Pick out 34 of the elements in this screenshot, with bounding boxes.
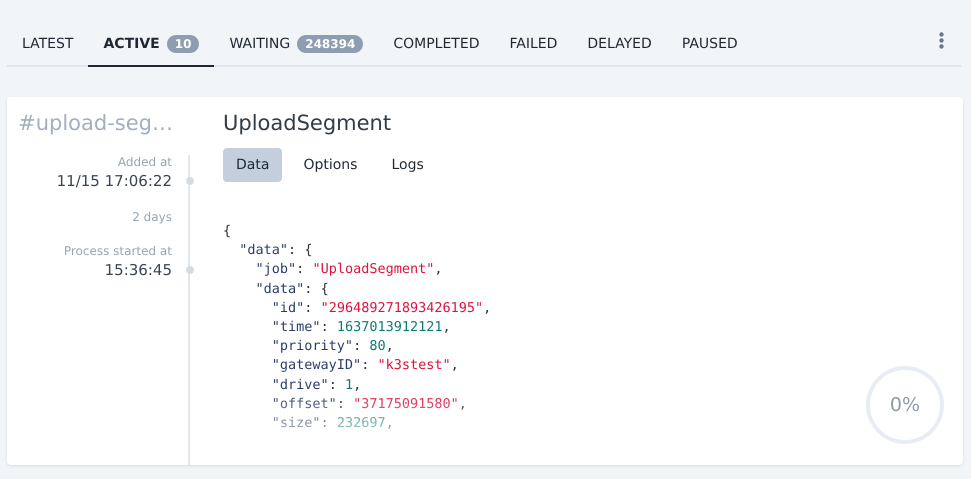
- timeline-label: Process started at: [64, 244, 172, 258]
- detail-tab[interactable]: Data: [223, 148, 282, 182]
- detail-tab[interactable]: Options: [290, 148, 370, 182]
- code-line: "data": {: [254, 280, 329, 299]
- timeline-dot: [186, 266, 194, 274]
- count-badge: 10: [166, 34, 200, 52]
- code-line: "id": "296489271893426195",: [270, 298, 492, 318]
- queue-tab[interactable]: FAILED: [494, 22, 572, 67]
- code-line: "drive": 1,: [270, 376, 362, 395]
- queue-tab[interactable]: LATEST: [7, 22, 88, 67]
- timeline-time: 15:36:45: [104, 261, 172, 279]
- queue-tab[interactable]: COMPLETED: [378, 22, 494, 67]
- queue-tab[interactable]: DELAYED: [572, 22, 667, 67]
- duration-label: 2 days: [132, 210, 172, 224]
- timeline-label: Added at: [118, 155, 172, 169]
- code-line: {: [223, 222, 232, 241]
- progress-reading: 0%: [890, 394, 920, 416]
- job-id: #upload-seg…: [18, 111, 173, 135]
- code-line: "job": "UploadSegment",: [254, 260, 442, 280]
- timeline-dot: [186, 177, 194, 185]
- count-badge: 248394: [297, 34, 364, 52]
- queue-tab[interactable]: WAITING 248394: [214, 22, 378, 67]
- queue-tab[interactable]: ACTIVE 10: [88, 22, 214, 67]
- timeline-time: 11/15 17:06:22: [56, 172, 172, 190]
- code-line: "priority": 80,: [270, 337, 394, 356]
- detail-tab[interactable]: Logs: [378, 148, 437, 182]
- code-line: "gatewayID": "k3stest",: [270, 356, 459, 376]
- code-line: "offset": "37175091580",: [270, 394, 467, 414]
- code-line: "size": 232697,: [270, 414, 394, 434]
- queue-tab[interactable]: PAUSED: [666, 22, 753, 67]
- code-line: "data": {: [238, 241, 312, 260]
- job-name: UploadSegment: [223, 111, 392, 135]
- more-icon[interactable]: [939, 32, 944, 49]
- code-line: "time": 1637013912121,: [270, 318, 451, 338]
